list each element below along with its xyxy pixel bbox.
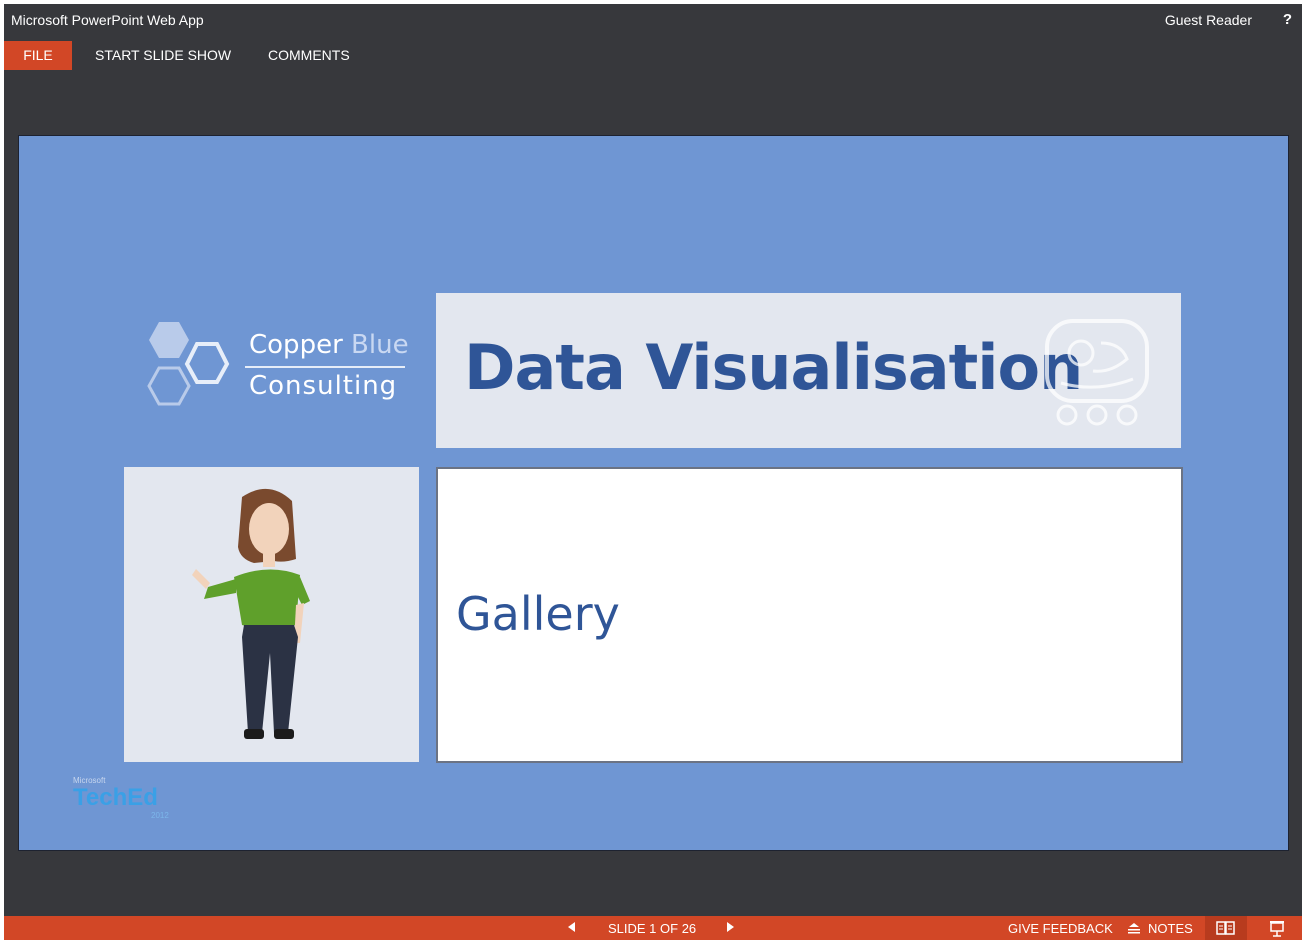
menu-bar: FILE START SLIDE SHOW COMMENTS [4, 41, 1302, 71]
start-slide-show-tab[interactable]: START SLIDE SHOW [95, 41, 231, 70]
powerpoint-web-app: Microsoft PowerPoint Web App Guest Reade… [4, 4, 1302, 940]
slide-counter: SLIDE 1 OF 26 [608, 921, 697, 936]
slide-subtitle-box: Gallery [436, 467, 1183, 763]
notes-button[interactable]: NOTES [1126, 921, 1193, 936]
title-bar: Microsoft PowerPoint Web App Guest Reade… [4, 4, 1302, 36]
give-feedback-link[interactable]: GIVE FEEDBACK [1008, 921, 1113, 936]
next-slide-button[interactable] [726, 921, 736, 936]
status-bar: SLIDE 1 OF 26 GIVE FEEDBACK NOTES [4, 916, 1302, 940]
teched-logo: TechEd [73, 784, 158, 811]
file-tab[interactable]: FILE [4, 41, 72, 70]
triangle-right-icon [727, 922, 734, 932]
avatar-image [124, 467, 419, 762]
user-name[interactable]: Guest Reader [1165, 12, 1252, 28]
book-icon [1216, 921, 1235, 935]
logo-word-blue: Blue [351, 330, 409, 360]
avatar-figure-icon [192, 488, 310, 739]
help-button[interactable]: ? [1283, 11, 1292, 28]
logo-divider [245, 366, 405, 368]
logo-text-consulting: Consulting [249, 371, 398, 401]
mayan-glyph-icon [1045, 319, 1149, 426]
comments-tab[interactable]: COMMENTS [268, 41, 350, 70]
logo-word-copper: Copper [249, 330, 343, 360]
triangle-left-icon [568, 922, 575, 932]
app-title: Microsoft PowerPoint Web App [11, 12, 204, 28]
slide-title-box: Data Visualisation [436, 293, 1181, 448]
notes-toggle-icon [1128, 923, 1140, 934]
teched-year: 2012 [151, 811, 169, 820]
slide-title: Data Visualisation [464, 331, 1083, 404]
notes-label: NOTES [1148, 921, 1193, 936]
slide-canvas: Copper Blue Consulting Data Visualisatio… [18, 135, 1289, 851]
slide-subtitle: Gallery [456, 587, 620, 641]
reading-view-button[interactable] [1205, 916, 1247, 940]
presentation-icon [1270, 921, 1284, 937]
slide-show-button[interactable] [1260, 916, 1296, 940]
copper-blue-logo: Copper Blue Consulting [137, 316, 427, 416]
hexagon-logo-icon [147, 322, 230, 406]
logo-text-copper-blue: Copper Blue [249, 330, 409, 360]
previous-slide-button[interactable] [566, 921, 576, 936]
